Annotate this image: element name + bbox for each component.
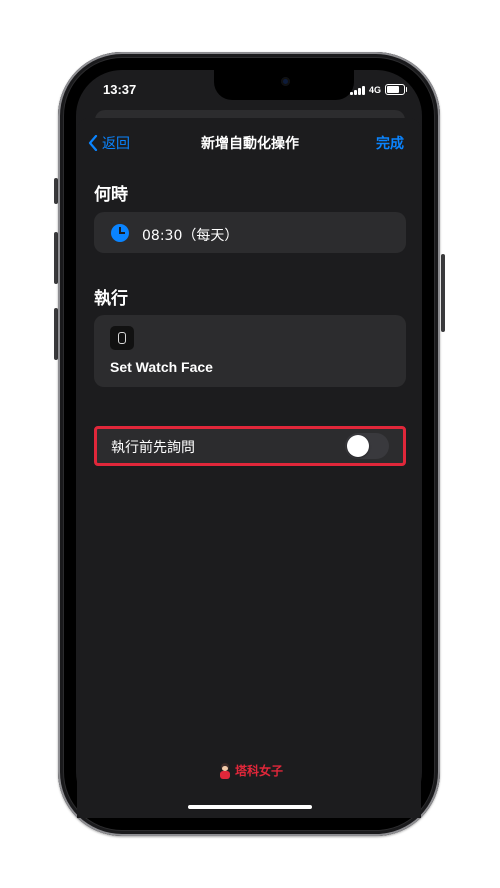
watch-icon [110, 326, 134, 350]
do-section-title: 執行 [94, 289, 128, 309]
cellular-signal-icon [350, 85, 365, 95]
battery-icon [385, 84, 408, 95]
home-indicator[interactable] [188, 805, 312, 809]
watermark-logo: 塔科女子 [218, 762, 283, 779]
page-title: 新增自動化操作 [201, 136, 299, 152]
mascot-icon [218, 762, 232, 779]
front-camera [281, 77, 290, 86]
ask-before-running-toggle[interactable] [345, 433, 389, 459]
action-label: Set Watch Face [110, 359, 213, 375]
ask-before-running-label: 執行前先詢問 [111, 440, 195, 456]
watermark-text: 塔科女子 [235, 764, 284, 778]
done-button[interactable]: 完成 [376, 133, 404, 153]
back-button[interactable]: 返回 [88, 133, 130, 153]
chevron-left-icon [88, 135, 98, 151]
power-button [441, 254, 445, 332]
back-label: 返回 [102, 136, 130, 152]
trigger-time-label: 08:30（每天） [142, 228, 239, 244]
trigger-card[interactable] [94, 212, 406, 253]
clock-icon [111, 224, 129, 242]
network-type: 4G [369, 84, 382, 95]
status-time: 13:37 [103, 82, 137, 97]
status-indicators: 4G [350, 84, 408, 95]
when-section-title: 何時 [94, 185, 128, 205]
toggle-knob [347, 435, 369, 457]
action-card[interactable] [94, 315, 406, 387]
